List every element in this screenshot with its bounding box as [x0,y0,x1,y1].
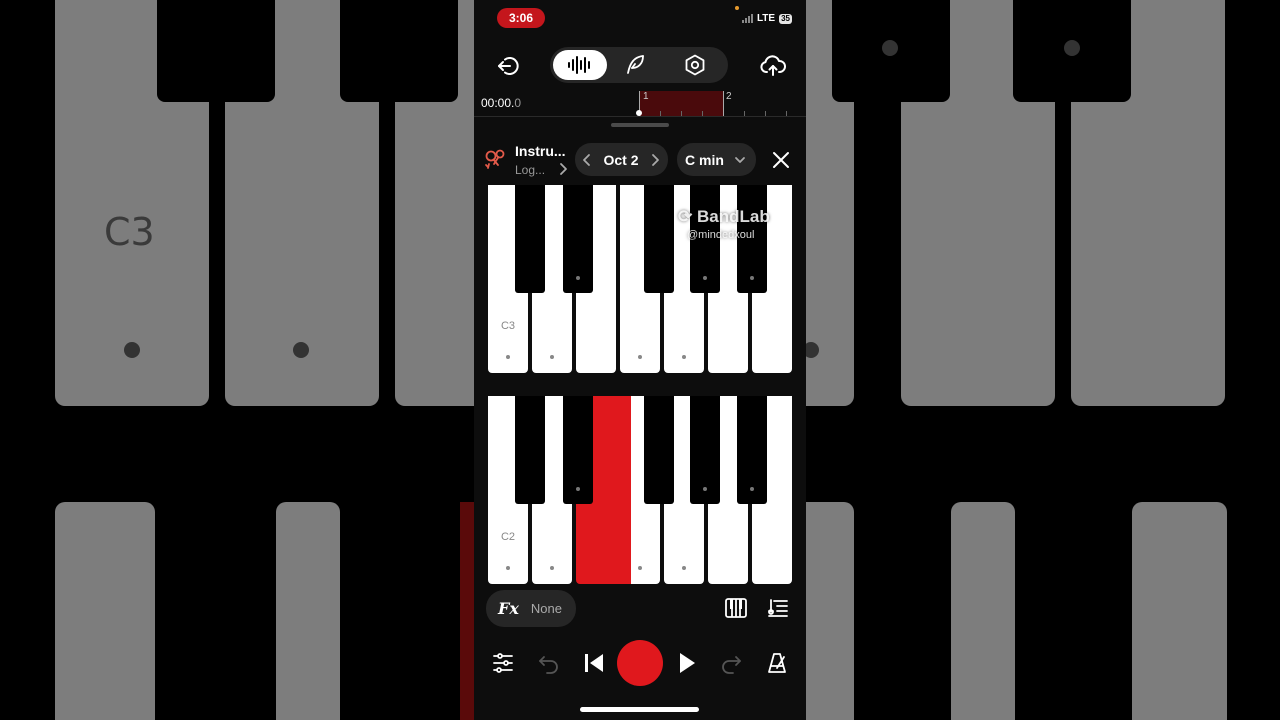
octave-up-button[interactable] [650,153,660,167]
skip-back-icon [585,654,603,672]
timecode: 00:00.0 [481,96,521,110]
bandlab-watermark: ⟳ BandLab [678,207,770,227]
key-selector[interactable]: C min [677,143,756,176]
octave-value: Oct 2 [603,151,639,168]
view-mode-toggle [550,47,728,83]
octave-selector: Oct 2 [575,143,668,176]
bar-marker: 2 [726,91,732,102]
quill-icon [627,55,644,74]
chevron-down-icon [734,156,745,163]
home-indicator[interactable] [580,707,699,712]
watermark-handle: @mindedxoul [687,229,755,241]
play-icon [680,653,695,673]
network-label: LTE [756,13,776,24]
redo-button[interactable] [718,650,744,676]
rewind-button[interactable] [581,650,607,676]
metronome-button[interactable] [764,650,790,676]
black-key[interactable] [563,185,593,293]
keyboard-view-button[interactable] [722,595,750,621]
timecode-fraction: 0 [514,96,522,110]
black-key[interactable] [563,396,593,504]
waveform-icon [568,56,590,74]
fx-value: None [530,601,562,616]
keyboard-lower: C2 [488,396,792,584]
background-left: C3 [0,0,474,720]
mixer-button[interactable] [490,650,516,676]
cloud-upload-icon [760,55,786,76]
exit-icon [498,57,519,75]
piano-keys-icon [725,598,747,618]
black-key[interactable] [644,396,674,504]
black-key[interactable] [515,396,545,504]
tab-settings[interactable] [680,51,710,79]
record-button[interactable] [617,640,663,686]
privacy-indicator [735,6,739,10]
background-right [806,0,1280,720]
undo-button[interactable] [536,650,562,676]
black-key[interactable] [690,396,720,504]
sliders-icon [493,653,513,673]
close-button[interactable] [769,148,793,172]
bandlab-logo-icon: ⟳ [678,207,693,226]
drag-handle[interactable] [611,123,669,127]
black-key[interactable] [644,185,674,293]
tab-editor[interactable] [620,51,650,79]
note-label: C3 [500,320,516,332]
close-icon [773,152,789,168]
battery-icon: 35 [779,13,792,24]
maracas-icon [485,149,505,169]
undo-icon [539,656,558,674]
signal-icon [741,14,753,23]
status-indicators: LTE 35 [741,13,792,24]
black-key[interactable] [737,396,767,504]
black-key-pressed[interactable] [607,396,631,584]
sequencer-button[interactable] [764,595,792,621]
instrument-icon[interactable] [482,147,508,173]
octave-down-button[interactable] [582,153,592,167]
background-note-label: C3 [104,210,155,254]
tab-waveform[interactable] [553,50,607,80]
key-value: C min [685,151,724,168]
timecode-main: 00:00. [481,96,515,110]
upload-button[interactable] [758,52,788,80]
fx-label: Fx [498,599,519,618]
instrument-preset[interactable]: Log... [515,163,545,177]
fx-button[interactable]: Fx None [486,590,576,627]
chevron-right-icon[interactable] [558,162,568,176]
exit-button[interactable] [494,52,522,80]
redo-icon [722,656,741,674]
note-label: C2 [500,531,516,543]
play-button[interactable] [674,650,700,676]
bar-marker: 1 [643,91,649,102]
timeline-ruler[interactable]: 1 2 [636,91,806,116]
instrument-name[interactable]: Instru... [515,143,566,159]
watermark-brand: BandLab [696,207,770,226]
status-time: 3:06 [497,8,545,28]
metronome-icon [768,653,786,673]
phone-screen: 3:06 LTE 35 00:00.0 1 2 Instru... Log...… [474,0,806,720]
sequencer-icon [768,599,788,617]
black-key[interactable] [515,185,545,293]
hexagon-settings-icon [685,54,705,76]
